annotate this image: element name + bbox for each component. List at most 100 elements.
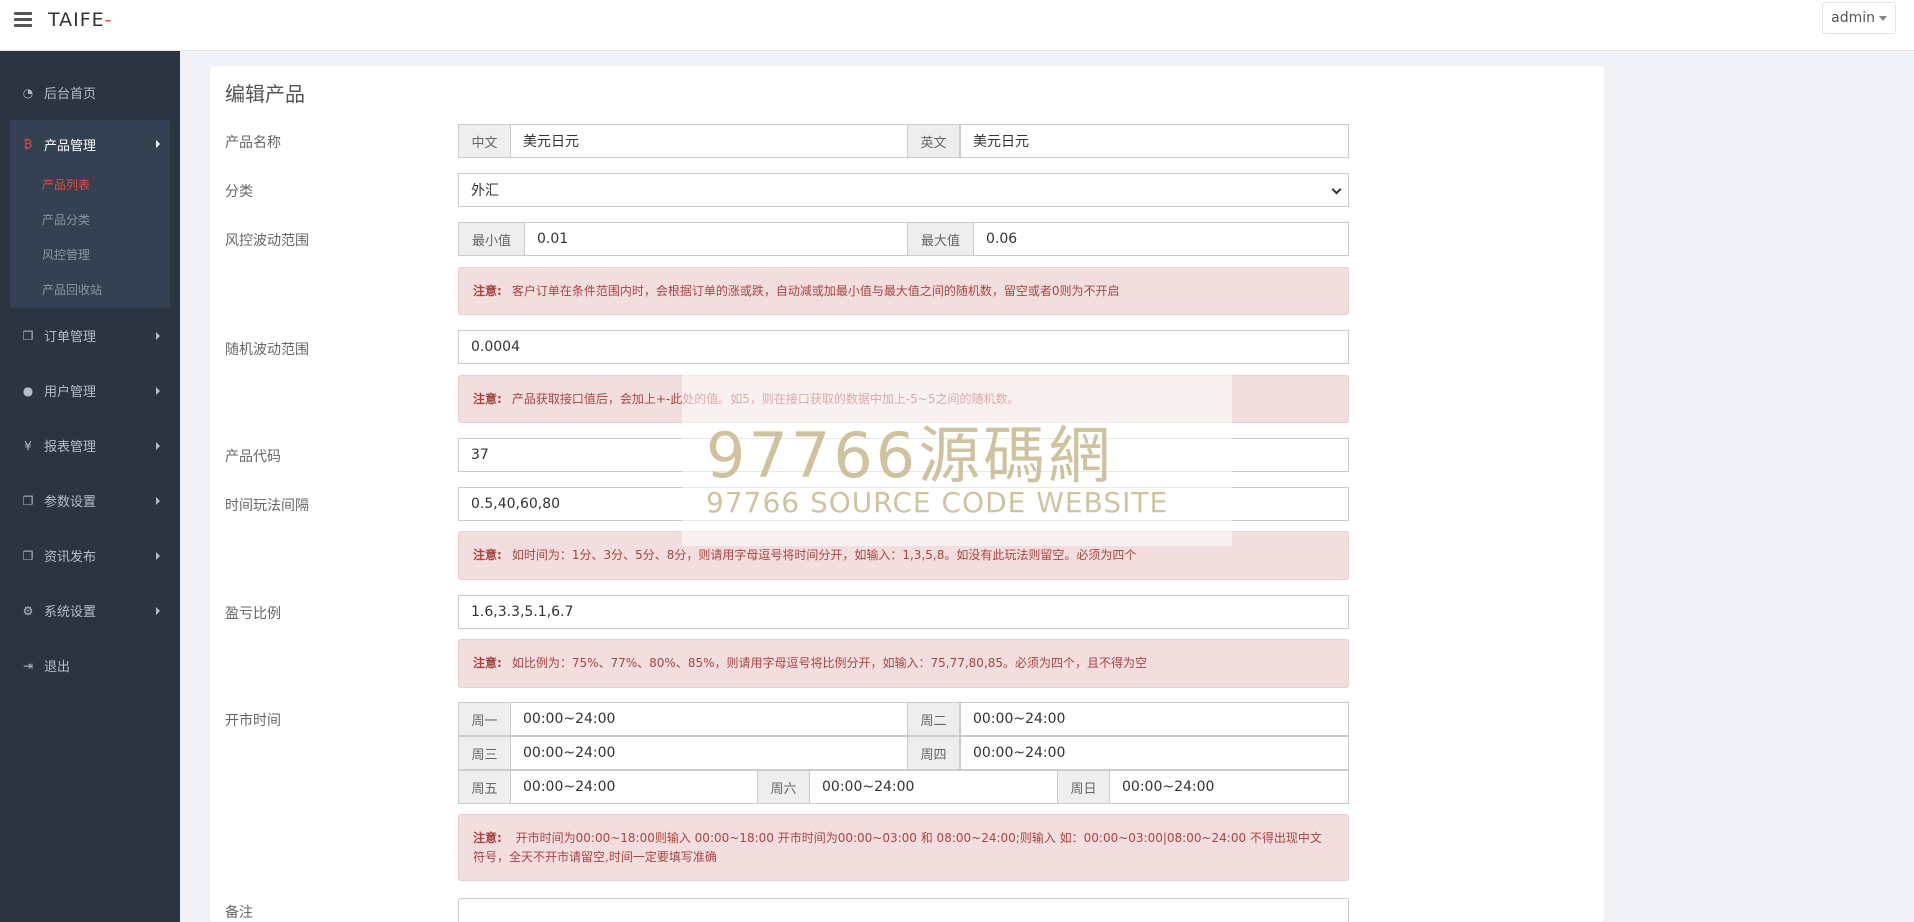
user-menu[interactable]: admin — [1822, 2, 1896, 34]
min-addon: 最小值 — [458, 222, 525, 256]
random-range-label: 随机波动范围 — [225, 342, 309, 358]
sidebar-item-label: 系统设置 — [44, 605, 97, 620]
risk-min-input[interactable]: 0.01 — [524, 222, 918, 256]
sidebar-item-users[interactable]: ● 用户管理 — [0, 363, 180, 418]
sidebar-item-orders[interactable]: ❐ 订单管理 — [0, 308, 180, 363]
category-select[interactable]: 外汇 — [458, 173, 1349, 207]
caret-right-icon — [156, 441, 160, 450]
product-name-label: 产品名称 — [225, 135, 281, 151]
time-interval-label: 时间玩法间隔 — [225, 498, 309, 514]
market-fri-input[interactable]: 00:00~24:00 — [510, 770, 758, 804]
sidebar-item-reports[interactable]: ¥ 报表管理 — [0, 418, 180, 473]
day-addon-sun: 周日 — [1057, 770, 1110, 804]
sidebar-item-news[interactable]: ❐ 资讯发布 — [0, 528, 180, 583]
user-name: admin — [1831, 10, 1875, 26]
market-wed-input[interactable]: 00:00~24:00 — [510, 736, 918, 770]
market-time-label: 开市时间 — [225, 713, 281, 729]
caret-right-icon — [156, 496, 160, 505]
sidebar-item-dashboard[interactable]: ◔ 后台首页 — [0, 65, 180, 120]
day-addon-thu: 周四 — [907, 736, 960, 770]
sidebar-item-label: 用户管理 — [44, 385, 97, 400]
risk-range-label: 风控波动范围 — [225, 233, 309, 249]
dashboard-icon: ◔ — [22, 85, 34, 100]
sidebar: ◔ 后台首页 ₿ 产品管理 产品列表 产品分类 风控管理 产品回收站 ❐ 订单管… — [0, 51, 180, 922]
caret-right-icon — [156, 551, 160, 560]
market-thu-input[interactable]: 00:00~24:00 — [960, 736, 1349, 770]
market-note-alert: 注意: 开市时间为00:00~18:00则输入 00:00~18:00 开市时间… — [458, 814, 1349, 881]
product-name-cn-input[interactable]: 美元日元 — [510, 124, 918, 158]
product-name-en-input[interactable]: 美元日元 — [960, 124, 1349, 158]
day-addon-wed: 周三 — [458, 736, 511, 770]
copy-icon: ❐ — [22, 493, 34, 508]
page-title: 编辑产品 — [225, 82, 305, 106]
day-addon-fri: 周五 — [458, 770, 511, 804]
random-range-input[interactable]: 0.0004 — [458, 330, 1349, 364]
day-addon-mon: 周一 — [458, 702, 511, 736]
market-mon-input[interactable]: 00:00~24:00 — [510, 702, 918, 736]
profit-ratio-input[interactable]: 1.6,3.3,5.1,6.7 — [458, 595, 1349, 629]
sidebar-item-label: 资讯发布 — [44, 550, 97, 565]
brand-logo[interactable]: TAIFE- — [48, 9, 113, 31]
note-label: 注意: — [473, 548, 502, 562]
sidebar-sub-product-category[interactable]: 产品分类 — [10, 203, 170, 238]
cogs-icon: ⚙ — [22, 603, 34, 618]
risk-max-input[interactable]: 0.06 — [973, 222, 1349, 256]
note-text: 如时间为：1分、3分、5分、8分，则请用字母逗号将时间分开，如输入：1,3,5,… — [511, 548, 1137, 562]
day-addon-sat: 周六 — [757, 770, 810, 804]
sidebar-item-label: 退出 — [44, 660, 71, 675]
chevron-down-icon — [1331, 184, 1342, 195]
caret-right-icon — [156, 140, 160, 148]
watermark-text: 97766源碼網 — [706, 419, 1114, 492]
user-icon: ● — [22, 383, 34, 398]
cn-addon: 中文 — [458, 124, 511, 158]
category-selected-value: 外汇 — [471, 183, 499, 199]
remark-label: 备注 — [225, 905, 253, 921]
caret-right-icon — [156, 606, 160, 615]
note-text-continued: 符号，全天不开市请留空,时间一定要填写准确 — [473, 850, 717, 864]
top-bar: TAIFE- admin — [0, 0, 1914, 51]
note-text: 开市时间为00:00~18:00则输入 00:00~18:00 开市时间为00:… — [515, 831, 1322, 845]
sidebar-item-system[interactable]: ⚙ 系统设置 — [0, 583, 180, 638]
sidebar-sub-product-list[interactable]: 产品列表 — [10, 168, 170, 203]
sidebar-sub-risk[interactable]: 风控管理 — [10, 238, 170, 273]
copy-icon: ❐ — [22, 548, 34, 563]
market-sun-input[interactable]: 00:00~24:00 — [1109, 770, 1349, 804]
sidebar-item-logout[interactable]: ⇥ 退出 — [0, 638, 180, 693]
watermark-subtext: 97766 SOURCE CODE WEBSITE — [706, 486, 1169, 519]
max-addon: 最大值 — [907, 222, 974, 256]
day-addon-tue: 周二 — [907, 702, 960, 736]
brand-dash: - — [104, 9, 113, 31]
note-label: 注意: — [473, 831, 502, 845]
interval-note-alert: 注意: 如时间为：1分、3分、5分、8分，则请用字母逗号将时间分开，如输入：1,… — [458, 531, 1349, 580]
sidebar-item-label: 订单管理 — [44, 330, 97, 345]
sidebar-item-label: 参数设置 — [44, 495, 97, 510]
sidebar-item-label: 后台首页 — [44, 87, 97, 102]
note-text: 客户订单在条件范围内时，会根据订单的涨或跌，自动减或加最小值与最大值之间的随机数… — [511, 283, 1120, 298]
category-label: 分类 — [225, 184, 253, 200]
sidebar-item-label: 报表管理 — [44, 440, 97, 455]
note-text: 如比例为：75%、77%、80%、85%，则请用字母逗号将比例分开，如输入：75… — [511, 656, 1148, 670]
market-sat-input[interactable]: 00:00~24:00 — [809, 770, 1058, 804]
en-addon: 英文 — [907, 124, 960, 158]
note-label: 注意: — [473, 656, 502, 670]
signout-icon: ⇥ — [22, 658, 34, 673]
note-label: 注意: — [473, 283, 502, 298]
note-label: 注意: — [473, 391, 502, 406]
sidebar-item-label: 产品管理 — [44, 138, 97, 154]
remark-textarea[interactable] — [458, 898, 1349, 922]
profit-note-alert: 注意: 如比例为：75%、77%、80%、85%，则请用字母逗号将比例分开，如输… — [458, 639, 1349, 688]
caret-down-icon — [1879, 15, 1887, 21]
risk-note-alert: 注意: 客户订单在条件范围内时，会根据订单的涨或跌，自动减或加最小值与最大值之间… — [458, 267, 1349, 315]
brand-name: TAIFE — [48, 9, 105, 31]
sidebar-item-params[interactable]: ❐ 参数设置 — [0, 473, 180, 528]
sidebar-item-product[interactable]: ₿ 产品管理 — [10, 120, 170, 168]
yen-icon: ¥ — [24, 438, 32, 453]
caret-right-icon — [156, 331, 160, 340]
caret-right-icon — [156, 386, 160, 395]
menu-toggle-icon[interactable] — [14, 12, 32, 28]
profit-ratio-label: 盈亏比例 — [225, 606, 281, 622]
product-code-label: 产品代码 — [225, 449, 281, 465]
copy-icon: ❐ — [22, 328, 34, 343]
market-tue-input[interactable]: 00:00~24:00 — [960, 702, 1349, 736]
sidebar-sub-recycle[interactable]: 产品回收站 — [10, 273, 170, 308]
